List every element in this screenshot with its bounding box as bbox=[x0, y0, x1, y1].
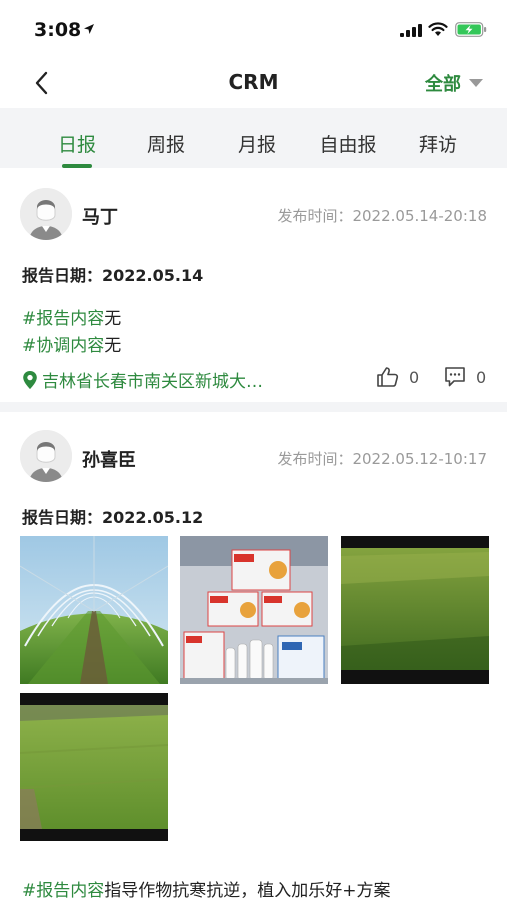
tab-visit[interactable]: 拜访 bbox=[419, 130, 457, 157]
report-content-line: #报告内容无 bbox=[22, 304, 121, 329]
report-photo-greenhouse[interactable] bbox=[20, 536, 168, 684]
publish-time: 发布时间：2022.05.12-10:17 bbox=[277, 450, 487, 468]
tab-weekly[interactable]: 周报 bbox=[147, 130, 185, 157]
report-date-label: 报告日期： bbox=[22, 266, 103, 285]
comment-button[interactable]: 0 bbox=[444, 366, 486, 388]
coordination-content-tag: #协调内容 bbox=[22, 336, 105, 356]
caret-down-icon bbox=[469, 79, 483, 87]
status-bar: 3:08 bbox=[0, 0, 507, 58]
wifi-icon bbox=[428, 22, 448, 36]
tab-free-report[interactable]: 自由报 bbox=[319, 130, 376, 157]
report-content-text: 指导作物抗寒抗逆，植入加乐好+方案 bbox=[104, 881, 391, 901]
location-pin-icon bbox=[23, 370, 37, 389]
cellular-signal-icon bbox=[400, 24, 422, 37]
report-photo-seedlings[interactable] bbox=[20, 693, 168, 841]
report-content-line: #报告内容指导作物抗寒抗逆，植入加乐好+方案 bbox=[22, 876, 391, 901]
status-time: 3:08 bbox=[34, 19, 82, 41]
product-boxes-photo bbox=[180, 536, 328, 684]
lawn-photo bbox=[341, 536, 489, 684]
like-button[interactable]: 0 bbox=[376, 366, 419, 388]
user-avatar-icon bbox=[20, 188, 72, 240]
coordination-content-line: #协调内容无 bbox=[22, 331, 121, 356]
user-avatar-icon bbox=[20, 430, 72, 482]
comment-count: 0 bbox=[476, 367, 487, 387]
report-card[interactable]: 马丁 发布时间：2022.05.14-20:18 报告日期：2022.05.14… bbox=[0, 168, 507, 402]
location-services-icon bbox=[84, 24, 94, 34]
report-content-tag: #报告内容 bbox=[22, 309, 105, 329]
battery-charging-icon bbox=[455, 22, 487, 37]
card-divider bbox=[0, 402, 507, 412]
seedling-field-photo bbox=[20, 693, 168, 841]
report-date-value: 2022.05.14 bbox=[102, 266, 204, 285]
tab-monthly[interactable]: 月报 bbox=[238, 130, 276, 157]
report-date: 报告日期：2022.05.14 bbox=[22, 262, 203, 286]
comment-icon bbox=[445, 367, 465, 387]
location-link[interactable]: 吉林省长春市南关区新城大… bbox=[22, 367, 263, 392]
thumbs-up-icon bbox=[377, 367, 399, 387]
avatar bbox=[20, 188, 72, 240]
report-content-text: 无 bbox=[104, 309, 122, 329]
publish-time: 发布时间：2022.05.14-20:18 bbox=[277, 207, 487, 225]
nav-bar: CRM 全部 bbox=[0, 58, 507, 108]
report-date-value: 2022.05.12 bbox=[102, 508, 204, 527]
report-type-tabs: 日报 周报 月报 自由报 拜访 bbox=[0, 108, 507, 168]
filter-label: 全部 bbox=[425, 74, 461, 95]
greenhouse-photo bbox=[20, 536, 168, 684]
author-name: 孙喜臣 bbox=[82, 450, 136, 471]
filter-dropdown[interactable]: 全部 bbox=[425, 70, 483, 96]
avatar bbox=[20, 430, 72, 482]
author-name: 马丁 bbox=[82, 207, 118, 228]
report-date-label: 报告日期： bbox=[22, 508, 103, 527]
report-photo-lawn[interactable] bbox=[341, 536, 489, 684]
report-photo-products[interactable] bbox=[180, 536, 328, 684]
location-text: 吉林省长春市南关区新城大… bbox=[42, 372, 263, 392]
like-count: 0 bbox=[409, 367, 420, 387]
report-card[interactable]: 孙喜臣 发布时间：2022.05.12-10:17 报告日期：2022.05.1… bbox=[0, 412, 507, 901]
tab-daily[interactable]: 日报 bbox=[58, 130, 96, 157]
coordination-content-text: 无 bbox=[104, 336, 122, 356]
report-date: 报告日期：2022.05.12 bbox=[22, 504, 203, 528]
report-content-tag: #报告内容 bbox=[22, 881, 105, 901]
